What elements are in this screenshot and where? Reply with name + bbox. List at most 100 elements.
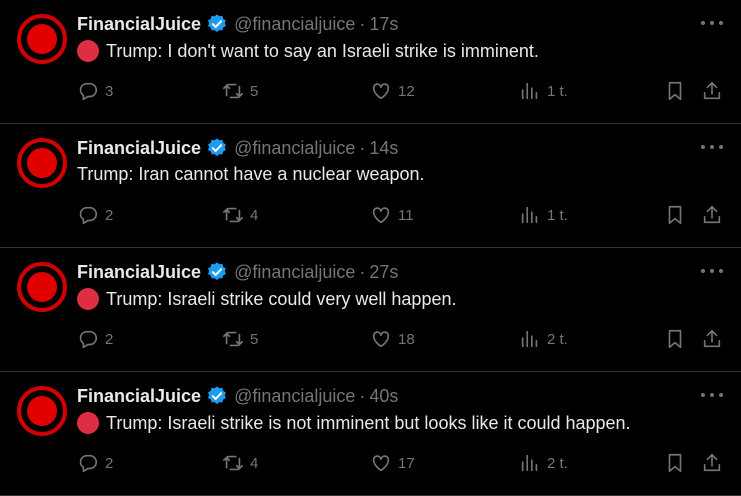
reply-count: 2: [105, 206, 114, 224]
views-button[interactable]: 1 t.: [519, 202, 568, 228]
more-icon[interactable]: [701, 260, 723, 282]
views-icon: [521, 82, 538, 100]
more-icon[interactable]: [701, 12, 723, 34]
share-button[interactable]: [701, 450, 723, 476]
like-button[interactable]: 18: [370, 326, 415, 352]
retweet-count: 5: [250, 330, 259, 348]
author-handle[interactable]: @financialjuice: [234, 262, 355, 283]
tweet-text: Trump: Israeli strike could very well ha…: [77, 288, 456, 310]
retweet-button[interactable]: 5: [222, 78, 258, 104]
avatar-logo: [27, 148, 57, 178]
views-icon: [521, 206, 538, 224]
verified-badge-icon: [208, 262, 226, 280]
retweet-button[interactable]: 4: [222, 202, 258, 228]
views-button[interactable]: 2 t.: [519, 326, 568, 352]
verified-badge-icon: [208, 138, 226, 156]
separator: ·: [359, 137, 366, 158]
share-button[interactable]: [701, 78, 723, 104]
tweet[interactable]: FinancialJuice @financialjuice · 14s Tru…: [0, 124, 741, 248]
tweet-text-content: Trump: Iran cannot have a nuclear weapon…: [77, 164, 425, 184]
author-name[interactable]: FinancialJuice: [77, 262, 201, 283]
bookmark-icon: [668, 453, 682, 473]
retweet-count: 4: [250, 454, 259, 472]
like-icon: [372, 83, 390, 100]
retweet-icon: [223, 207, 243, 223]
avatar[interactable]: [17, 386, 67, 436]
bookmark-button[interactable]: [664, 78, 686, 104]
verified-badge-icon: [208, 386, 226, 404]
views-icon: [521, 454, 538, 472]
like-button[interactable]: 12: [370, 78, 415, 104]
like-count: 17: [398, 454, 415, 472]
view-count: 1 t.: [547, 206, 568, 224]
tweet-header: FinancialJuice @financialjuice · 27s: [77, 260, 398, 284]
like-count: 18: [398, 330, 415, 348]
tweet-text: Trump: I don't want to say an Israeli st…: [77, 40, 539, 62]
views-icon: [521, 330, 538, 348]
retweet-count: 4: [250, 206, 259, 224]
tweet-actions: 3 5 12 1 t.: [77, 78, 727, 104]
author-handle[interactable]: @financialjuice: [234, 14, 355, 35]
like-icon: [372, 331, 390, 348]
view-count: 1 t.: [547, 82, 568, 100]
retweet-icon: [223, 83, 243, 99]
avatar[interactable]: [17, 14, 67, 64]
like-button[interactable]: 17: [370, 450, 415, 476]
like-button[interactable]: 11: [370, 202, 414, 228]
tweet-text: Trump: Israeli strike is not imminent bu…: [77, 412, 631, 434]
tweet[interactable]: FinancialJuice @financialjuice · 27s Tru…: [0, 248, 741, 372]
avatar[interactable]: [17, 138, 67, 188]
reply-icon: [79, 330, 98, 349]
like-icon: [372, 455, 390, 472]
reply-button[interactable]: 2: [77, 326, 113, 352]
separator: ·: [359, 385, 366, 406]
reply-count: 2: [105, 330, 114, 348]
reply-button[interactable]: 3: [77, 78, 113, 104]
avatar[interactable]: [17, 262, 67, 312]
verified-badge-icon: [208, 14, 226, 32]
tweet[interactable]: FinancialJuice @financialjuice · 17s Tru…: [0, 0, 741, 124]
share-icon: [703, 205, 721, 224]
retweet-icon: [223, 455, 243, 471]
more-icon[interactable]: [701, 384, 723, 406]
bookmark-icon: [668, 205, 682, 225]
author-handle[interactable]: @financialjuice: [234, 138, 355, 159]
tweet-actions: 2 4 11 1 t.: [77, 202, 727, 228]
view-count: 2 t.: [547, 330, 568, 348]
bookmark-button[interactable]: [664, 202, 686, 228]
author-handle[interactable]: @financialjuice: [234, 386, 355, 407]
views-button[interactable]: 1 t.: [519, 78, 568, 104]
author-name[interactable]: FinancialJuice: [77, 138, 201, 159]
retweet-button[interactable]: 4: [222, 450, 258, 476]
tweet[interactable]: FinancialJuice @financialjuice · 40s Tru…: [0, 372, 741, 496]
separator: ·: [359, 13, 366, 34]
red-circle-emoji: [77, 412, 99, 434]
reply-button[interactable]: 2: [77, 202, 113, 228]
share-button[interactable]: [701, 326, 723, 352]
author-name[interactable]: FinancialJuice: [77, 14, 201, 35]
red-circle-emoji: [77, 40, 99, 62]
views-button[interactable]: 2 t.: [519, 450, 568, 476]
retweet-button[interactable]: 5: [222, 326, 258, 352]
bookmark-icon: [668, 329, 682, 349]
bookmark-button[interactable]: [664, 450, 686, 476]
retweet-count: 5: [250, 82, 259, 100]
author-name[interactable]: FinancialJuice: [77, 386, 201, 407]
tweet-header: FinancialJuice @financialjuice · 40s: [77, 384, 398, 408]
bookmark-button[interactable]: [664, 326, 686, 352]
timestamp[interactable]: 17s: [369, 14, 398, 35]
tweet-text: Trump: Iran cannot have a nuclear weapon…: [77, 164, 425, 185]
reply-icon: [79, 82, 98, 101]
reply-button[interactable]: 2: [77, 450, 113, 476]
timestamp[interactable]: 14s: [369, 138, 398, 159]
avatar-logo: [27, 396, 57, 426]
more-icon[interactable]: [701, 136, 723, 158]
share-button[interactable]: [701, 202, 723, 228]
like-count: 11: [398, 206, 414, 224]
timestamp[interactable]: 40s: [369, 386, 398, 407]
reply-icon: [79, 454, 98, 473]
reply-icon: [79, 206, 98, 225]
timestamp[interactable]: 27s: [369, 262, 398, 283]
like-count: 12: [398, 82, 415, 100]
reply-count: 3: [105, 82, 114, 100]
